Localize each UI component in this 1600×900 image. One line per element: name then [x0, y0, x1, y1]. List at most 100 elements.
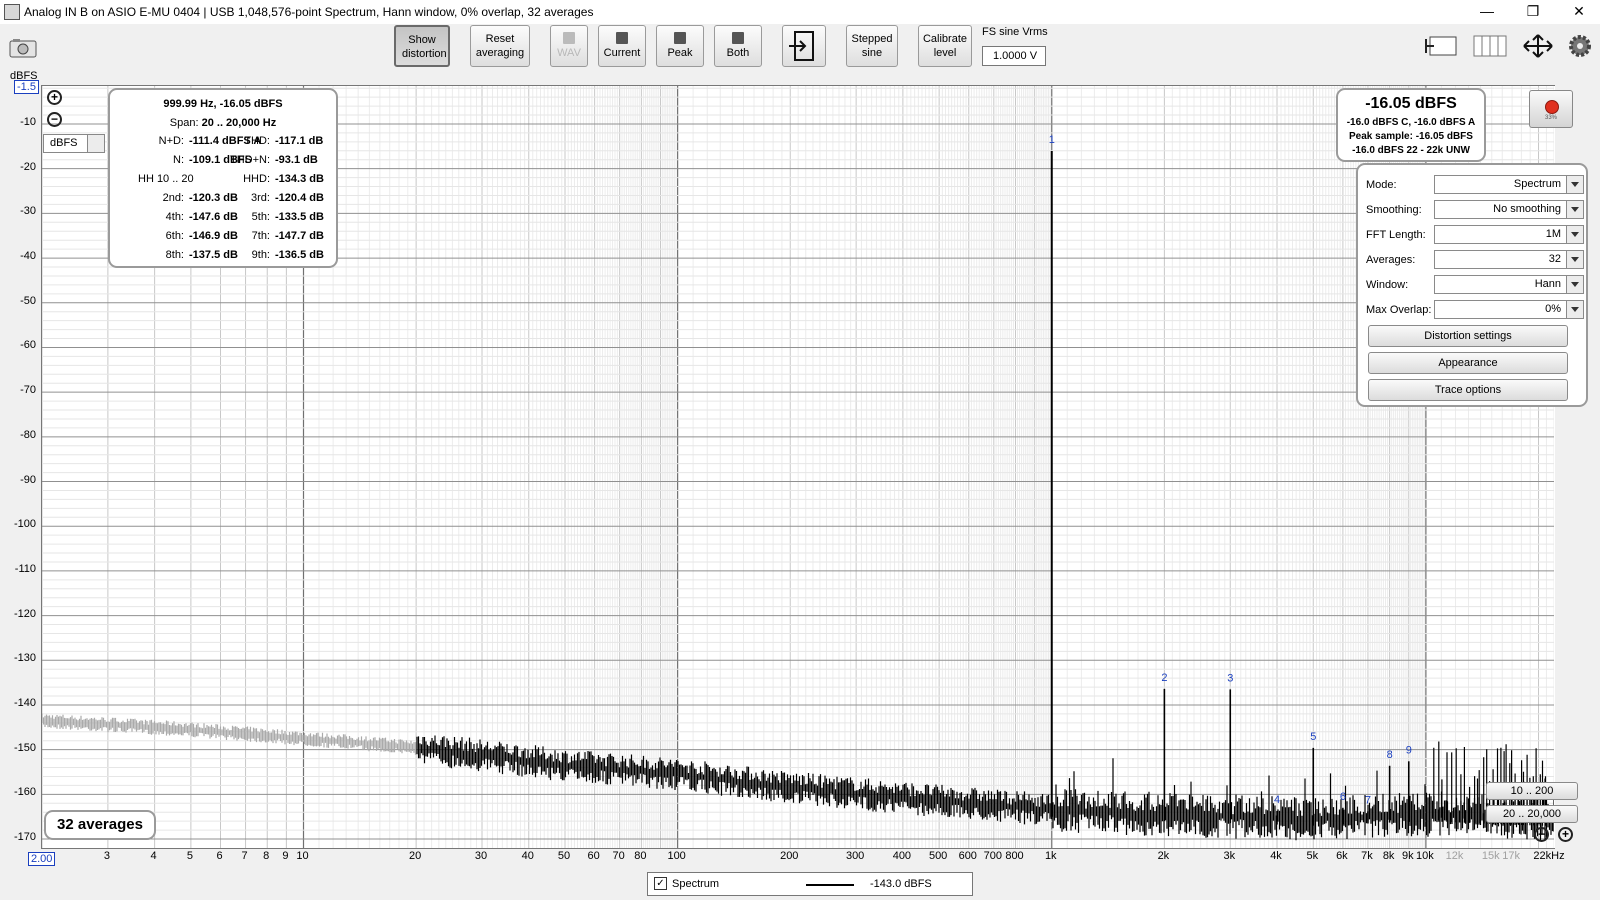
- chevron-down-icon: [1566, 201, 1583, 218]
- trace-options-button[interactable]: Trace options: [1368, 379, 1568, 401]
- chevron-down-icon: [87, 135, 104, 152]
- mode-select[interactable]: Spectrum: [1434, 175, 1584, 194]
- fs-sine-label: FS sine Vrms: [982, 26, 1048, 38]
- y-tick-label: -90: [20, 473, 36, 486]
- zoom-range-20-20000-button[interactable]: 20 .. 20,000: [1486, 805, 1578, 823]
- fit-arrows-icon[interactable]: [1520, 33, 1556, 59]
- smoothing-select[interactable]: No smoothing: [1434, 200, 1584, 219]
- y-tick-label: -110: [14, 562, 36, 575]
- x-tick-label: 600: [958, 850, 977, 862]
- camera-icon[interactable]: [8, 38, 38, 58]
- x-tick-label: 1k: [1044, 850, 1057, 862]
- zoom-out-icon[interactable]: −: [1534, 827, 1549, 842]
- x-tick-label: 5: [186, 850, 193, 862]
- x-tick-label: 3k: [1223, 850, 1236, 862]
- close-button[interactable]: ✕: [1556, 0, 1600, 24]
- x-tick-label: 8: [263, 850, 270, 862]
- gear-icon[interactable]: [1566, 33, 1594, 59]
- harmonic-label-6: 6: [1340, 791, 1346, 803]
- window-select[interactable]: Hann: [1434, 275, 1584, 294]
- import-button[interactable]: [782, 25, 826, 67]
- x-tick-label: 12k: [1445, 850, 1464, 862]
- x-tick-label: 700: [983, 850, 1002, 862]
- distortion-thdn-label: THD+N:: [229, 154, 270, 166]
- reset-averaging-button[interactable]: Reset averaging: [470, 25, 530, 67]
- chevron-down-icon: [1566, 226, 1583, 243]
- averages-select[interactable]: 32: [1434, 250, 1584, 269]
- show-distortion-button[interactable]: Show distortion: [394, 25, 450, 67]
- y-tick-label: -170: [13, 831, 36, 844]
- spectrum-checkbox[interactable]: ✓: [654, 877, 667, 890]
- span-readout: Span: 20 .. 20,000 Hz: [169, 117, 277, 129]
- y-tick-label: -30: [20, 205, 36, 218]
- distortion-h2-value: -120.3 dB: [189, 192, 238, 204]
- chevron-down-icon: [1566, 251, 1583, 268]
- columns-icon[interactable]: [1472, 33, 1508, 59]
- window-title: Analog IN B on ASIO E-MU 0404 | USB 1,04…: [24, 5, 594, 19]
- zoom-range-10-200-button[interactable]: 10 .. 200: [1486, 782, 1578, 800]
- distortion-h3-value: -120.4 dB: [275, 192, 324, 204]
- zoom-in-icon[interactable]: +: [47, 90, 62, 105]
- stepped-sine-button[interactable]: Stepped sine: [846, 25, 898, 67]
- x-tick-label: 9: [282, 850, 289, 862]
- save-both-button[interactable]: Both: [714, 25, 762, 67]
- zoom-in-icon[interactable]: +: [1558, 827, 1573, 842]
- x-tick-label: 3: [103, 850, 110, 862]
- distortion-hh-label: HH 10 .. 20: [138, 173, 194, 185]
- x-axis-left-value[interactable]: 2.00: [28, 852, 56, 866]
- harmonic-label-5: 5: [1310, 731, 1316, 743]
- harmonic-label-1: 1: [1049, 134, 1055, 146]
- minimize-button[interactable]: —: [1464, 0, 1510, 24]
- legend-line: [806, 884, 854, 886]
- distortion-h8-value: -137.5 dB: [189, 249, 238, 261]
- distortion-settings-button[interactable]: Distortion settings: [1368, 325, 1568, 347]
- averages-badge: 32 averages: [44, 810, 156, 840]
- save-disk-icon: [732, 32, 744, 44]
- wav-button[interactable]: WAV: [550, 25, 588, 67]
- save-disk-icon: [674, 32, 686, 44]
- distortion-h9-label: 9th:: [251, 249, 270, 261]
- level-readout: -16.05 dBFS -16.0 dBFS C, -16.0 dBFS A P…: [1336, 88, 1486, 162]
- spectrum-trace-below-20hz: [42, 713, 417, 755]
- distortion-h2-label: 2nd:: [162, 192, 184, 204]
- x-tick-label: 40: [521, 850, 534, 862]
- harmonic-label-3: 3: [1227, 672, 1233, 684]
- record-button[interactable]: 33%: [1529, 90, 1573, 128]
- restore-button[interactable]: ❐: [1510, 0, 1556, 24]
- distortion-thd-label: THD:: [244, 135, 270, 147]
- x-tick-label: 10k: [1416, 850, 1434, 862]
- layout-panel-icon[interactable]: [1424, 33, 1460, 59]
- x-tick-label: 6k: [1336, 850, 1348, 862]
- distortion-h4-value: -147.6 dB: [189, 211, 238, 223]
- distortion-h8-label: 8th:: [165, 249, 184, 261]
- y-tick-label: -10: [20, 115, 36, 128]
- harmonic-label-9: 9: [1406, 744, 1412, 756]
- x-tick-label: 8k: [1382, 850, 1395, 862]
- y-tick-label: -70: [20, 384, 36, 397]
- x-tick-label: 300: [845, 850, 865, 862]
- x-tick-label: 800: [1005, 850, 1024, 862]
- appearance-button[interactable]: Appearance: [1368, 352, 1568, 374]
- save-peak-button[interactable]: Peak: [656, 25, 704, 67]
- x-tick-label: 7: [241, 850, 248, 862]
- harmonic-label-7: 7: [1365, 794, 1371, 806]
- save-current-button[interactable]: Current: [598, 25, 646, 67]
- calibrate-level-button[interactable]: Calibrate level: [918, 25, 972, 67]
- y-unit-select[interactable]: dBFS: [43, 134, 105, 153]
- y-tick-label: -20: [20, 160, 36, 173]
- fs-sine-input[interactable]: 1.0000 V: [982, 46, 1046, 66]
- x-tick-label: 6: [216, 850, 223, 862]
- y-axis-top-value[interactable]: -1.5: [14, 80, 39, 94]
- distortion-nd-label: N+D:: [158, 135, 184, 147]
- y-tick-label: -60: [20, 339, 36, 352]
- x-tick-label: 5k: [1306, 850, 1319, 862]
- settings-panel: Mode: Spectrum Smoothing: No smoothing F…: [1356, 163, 1588, 407]
- fft-length-select[interactable]: 1M: [1434, 225, 1584, 244]
- app-icon: [4, 4, 20, 20]
- distortion-h7-label: 7th:: [251, 230, 270, 242]
- max-overlap-select[interactable]: 0%: [1434, 300, 1584, 319]
- y-tick-label: -150: [13, 741, 36, 754]
- x-tick-label: 70: [612, 850, 625, 862]
- zoom-out-icon[interactable]: −: [47, 112, 62, 127]
- x-tick-label: 200: [780, 850, 799, 862]
